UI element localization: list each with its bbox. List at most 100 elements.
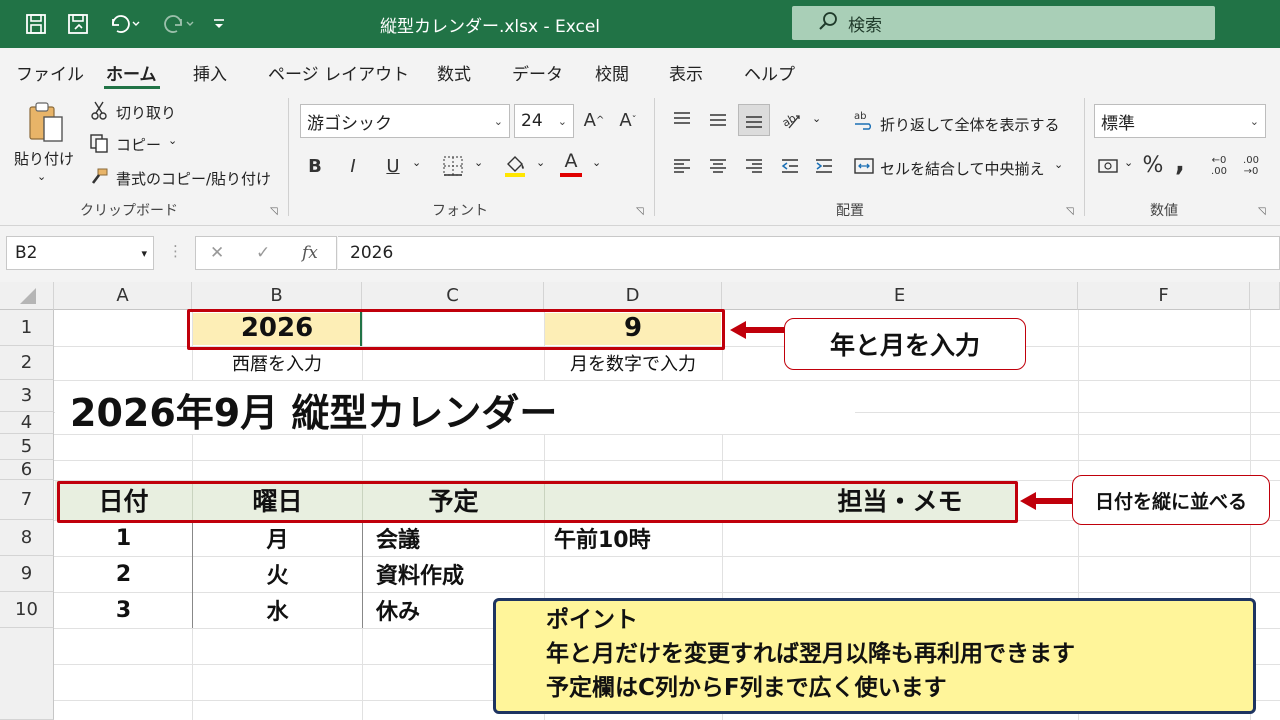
decrease-indent-icon[interactable] [776,152,804,180]
borders-dropdown-icon[interactable]: ⌄ [474,156,483,169]
currency-icon[interactable] [1094,152,1122,180]
currency-dropdown-icon[interactable]: ⌄ [1124,156,1133,169]
row-header-3[interactable]: 3 [0,380,54,412]
paste-icon[interactable] [24,100,68,146]
font-launcher-icon[interactable]: ◹ [636,206,644,217]
format-painter-button[interactable]: 書式のコピー/貼り付け [116,168,271,189]
orientation-icon[interactable]: ab [778,106,806,134]
wrap-text-button[interactable]: 折り返して全体を表示する [880,114,1060,135]
percent-button[interactable]: % [1140,150,1166,180]
font-name-select[interactable]: 游ゴシック ⌄ [300,104,510,138]
cell-c8[interactable]: 会議 [376,520,420,556]
copy-icon[interactable] [88,132,110,154]
align-bottom-icon[interactable] [738,104,770,136]
row-header-8[interactable]: 8 [0,520,54,556]
cell-b9[interactable]: 火 [193,556,362,592]
tab-file[interactable]: ファイル [16,60,84,85]
align-right-icon[interactable] [740,152,768,180]
undo-icon[interactable] [104,10,144,38]
grow-font-icon[interactable]: A ^ [580,106,608,134]
select-all-corner[interactable] [0,282,54,310]
merge-dropdown-icon[interactable]: ⌄ [1054,158,1063,171]
cell-b8[interactable]: 月 [193,520,362,556]
align-middle-icon[interactable] [704,106,732,134]
number-format-select[interactable]: 標準 ⌄ [1094,104,1266,138]
align-center-icon[interactable] [704,152,732,180]
row-header-4[interactable]: 4 [0,412,54,434]
increase-indent-icon[interactable] [810,152,838,180]
tab-formulas[interactable]: 数式 [437,60,471,85]
font-color-dropdown-icon[interactable]: ⌄ [592,156,601,169]
fill-color-dropdown-icon[interactable]: ⌄ [536,156,545,169]
tab-page-layout[interactable]: ページ レイアウト [268,60,409,85]
save-icon[interactable] [22,10,50,38]
enter-icon[interactable]: ✓ [256,243,270,263]
underline-dropdown-icon[interactable]: ⌄ [412,156,421,169]
cell-a8[interactable]: 1 [55,520,192,556]
row-header-6[interactable]: 6 [0,459,54,480]
copy-button[interactable]: コピー [116,134,161,155]
copy-dropdown-icon[interactable]: ⌄ [168,134,177,147]
cell-d8[interactable]: 午前10時 [554,520,651,556]
tab-insert[interactable]: 挿入 [193,60,227,85]
calendar-title[interactable]: 2026年9月 縦型カレンダー [70,384,557,435]
scissors-icon[interactable] [88,100,110,122]
save-as-icon[interactable] [64,10,92,38]
merge-center-button[interactable]: セルを結合して中央揃え [880,158,1045,179]
underline-button[interactable]: U [380,152,406,180]
align-left-icon[interactable] [668,152,696,180]
merge-center-icon[interactable] [852,154,876,178]
cell-b2[interactable]: 西暦を入力 [193,346,361,380]
wrap-text-icon[interactable]: ab [852,108,876,132]
search-input[interactable]: 検索 [792,6,1215,40]
redo-icon[interactable] [158,10,198,38]
font-size-select[interactable]: 24 ⌄ [514,104,574,138]
row-header-7[interactable]: 7 [0,480,54,520]
bold-button[interactable]: B [302,152,328,180]
column-header-b[interactable]: B [192,282,362,310]
column-header-f[interactable]: F [1078,282,1250,310]
column-header-e[interactable]: E [722,282,1078,310]
row-header-10[interactable]: 10 [0,592,54,628]
tab-data[interactable]: データ [512,60,563,85]
cut-button[interactable]: 切り取り [116,102,176,123]
cell-a10[interactable]: 3 [55,592,192,628]
paste-dropdown-icon[interactable]: ⌄ [37,170,46,183]
increase-decimal-button[interactable]: ←0 .00 [1206,152,1232,180]
row-header-5[interactable]: 5 [0,434,54,460]
tab-home[interactable]: ホーム [106,60,157,85]
column-header-d[interactable]: D [544,282,722,310]
tab-help[interactable]: ヘルプ [744,60,795,85]
shrink-font-icon[interactable]: Aˇ [614,106,642,134]
column-header-a[interactable]: A [54,282,192,310]
column-header-g[interactable] [1250,282,1280,310]
cell-a9[interactable]: 2 [55,556,192,592]
align-top-icon[interactable] [668,106,696,134]
orientation-dropdown-icon[interactable]: ⌄ [812,112,821,125]
format-painter-icon[interactable] [88,166,110,188]
comma-button[interactable]: , [1170,148,1190,178]
row-header-1[interactable]: 1 [0,310,54,346]
number-launcher-icon[interactable]: ◹ [1258,206,1266,217]
formula-input[interactable]: 2026 [338,236,1280,270]
tab-view[interactable]: 表示 [669,60,703,85]
cell-b10[interactable]: 水 [193,592,362,628]
insert-function-icon[interactable]: fx [302,243,318,263]
font-color-icon[interactable]: A [556,148,586,180]
borders-icon[interactable] [438,152,468,180]
tab-review[interactable]: 校閲 [595,60,629,85]
fill-color-icon[interactable] [500,150,530,180]
italic-button[interactable]: I [340,152,366,180]
cell-d2[interactable]: 月を数字で入力 [545,346,721,380]
cell-c9[interactable]: 資料作成 [376,556,464,592]
cell-c10[interactable]: 休み [376,592,420,628]
clipboard-launcher-icon[interactable]: ◹ [270,206,278,217]
alignment-launcher-icon[interactable]: ◹ [1066,206,1074,217]
row-header-9[interactable]: 9 [0,556,54,592]
column-header-c[interactable]: C [362,282,544,310]
name-box[interactable]: B2 ▾ [6,236,154,270]
customize-icon[interactable] [208,10,230,38]
cancel-icon[interactable]: ✕ [210,243,224,263]
row-header-2[interactable]: 2 [0,346,54,380]
paste-button[interactable]: 貼り付け [14,148,74,169]
